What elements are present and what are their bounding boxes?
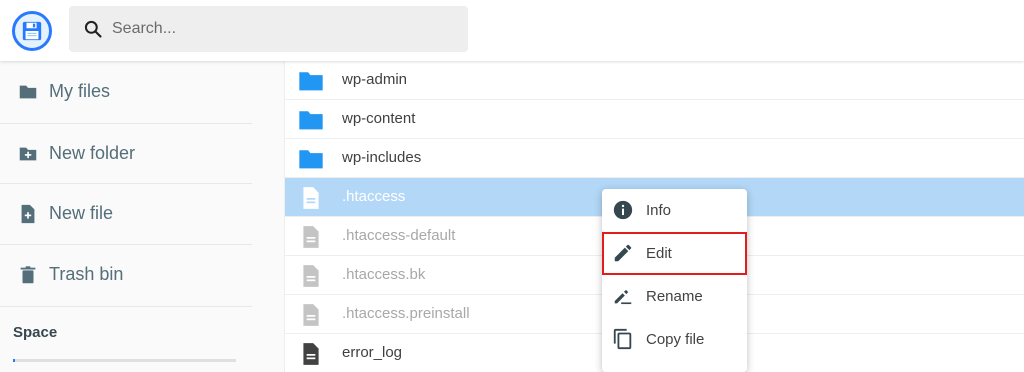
sidebar-item-my-files[interactable]: My files <box>0 61 252 122</box>
menu-item-label: Copy file <box>646 331 705 348</box>
copy-icon <box>612 328 634 350</box>
folder-icon <box>297 145 325 173</box>
menu-item-copy-file[interactable]: Copy file <box>602 318 747 361</box>
file-name: .htaccess.bk <box>342 266 426 283</box>
menu-item-edit[interactable]: Edit <box>602 232 747 275</box>
file-icon <box>297 340 325 368</box>
sidebar-item-label: New file <box>49 203 114 223</box>
context-menu: Info Edit Rename Copy file <box>602 189 747 372</box>
space-usage-fill <box>13 359 16 362</box>
file-icon <box>297 262 325 290</box>
sidebar-item-new-folder[interactable]: New folder <box>0 123 252 184</box>
file-name: wp-includes <box>342 149 422 166</box>
folder-icon <box>17 81 39 103</box>
search-input[interactable] <box>112 6 452 52</box>
pencil-icon <box>612 242 634 264</box>
sidebar-item-label: New folder <box>49 143 136 163</box>
file-name: .htaccess-default <box>342 227 456 244</box>
folder-icon <box>297 106 325 134</box>
folder-row[interactable]: wp-content <box>285 100 1024 139</box>
file-icon <box>297 184 325 212</box>
folder-row[interactable]: wp-admin <box>285 61 1024 100</box>
search-bar[interactable] <box>69 6 468 52</box>
file-name: .htaccess.preinstall <box>342 305 470 322</box>
space-label: Space <box>13 324 58 341</box>
file-name: .htaccess <box>342 188 406 205</box>
file-name: wp-admin <box>342 71 408 88</box>
file-name: error_log <box>342 344 403 361</box>
sidebar: My files New folder New file Trash bin S… <box>0 61 284 372</box>
menu-item-label: Edit <box>646 245 672 262</box>
sidebar-item-new-file[interactable]: New file <box>0 183 252 244</box>
sidebar-item-label: My files <box>49 81 111 101</box>
sidebar-item-trash-bin[interactable]: Trash bin <box>0 244 252 305</box>
top-header <box>0 0 1024 61</box>
note-add-icon <box>17 203 39 225</box>
trash-icon <box>17 264 39 286</box>
file-icon <box>297 301 325 329</box>
menu-item-info[interactable]: Info <box>602 189 747 232</box>
menu-item-rename[interactable]: Rename <box>602 275 747 318</box>
floppy-disk-icon <box>22 21 42 41</box>
menu-item-label: Info <box>646 202 672 219</box>
sidebar-divider <box>0 306 252 307</box>
app-logo[interactable] <box>12 11 52 51</box>
sidebar-item-label: Trash bin <box>49 264 124 284</box>
create-new-folder-icon <box>17 143 39 165</box>
info-icon <box>612 199 634 221</box>
folder-row[interactable]: wp-includes <box>285 139 1024 178</box>
rename-icon <box>612 285 634 307</box>
menu-item-label: Rename <box>646 288 703 305</box>
file-icon <box>297 223 325 251</box>
space-usage-bar <box>13 359 236 362</box>
folder-icon <box>297 67 325 95</box>
search-icon <box>84 20 102 38</box>
file-name: wp-content <box>342 110 416 127</box>
